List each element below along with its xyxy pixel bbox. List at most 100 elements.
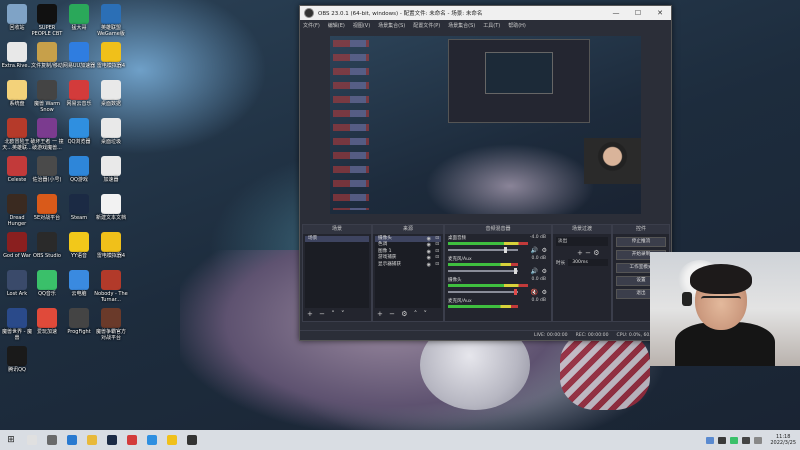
gear-icon[interactable]: ⚙ <box>593 249 599 257</box>
desktop-icon[interactable]: 佐治器(小号) <box>30 156 64 183</box>
volume-slider[interactable] <box>448 289 518 295</box>
windows-start-icon[interactable]: ⊞ <box>0 435 22 445</box>
lock-icon[interactable]: ⊡ <box>435 262 439 268</box>
tray-steam-icon[interactable] <box>718 436 727 444</box>
duration-input[interactable]: 300ms <box>568 259 608 266</box>
desktop-icon[interactable]: 桌面数据 <box>94 80 128 107</box>
menu-view[interactable]: 视图(V) <box>353 22 370 29</box>
scene-item[interactable]: 场景 <box>305 236 369 243</box>
tray-input-icon[interactable] <box>754 436 763 444</box>
desktop-icon[interactable]: 腾讯QQ <box>0 346 34 373</box>
desktop-icon[interactable]: 系统盘 <box>0 80 34 107</box>
desktop-icon[interactable]: QQ游戏 <box>62 156 96 183</box>
slider-knob[interactable] <box>504 247 507 253</box>
scenes-list[interactable]: 场景 <box>305 236 369 308</box>
desktop-icon[interactable]: Celeste <box>0 156 34 183</box>
taskbar-qq-icon[interactable] <box>22 430 42 450</box>
gear-icon[interactable]: ⚙ <box>401 310 407 318</box>
desktop-icon[interactable]: 回收站 <box>0 4 34 31</box>
move-down-icon[interactable]: ˅ <box>341 310 345 318</box>
desktop-icon[interactable]: Extra.Rive... <box>0 42 34 69</box>
eye-icon[interactable]: ◉ <box>427 262 431 268</box>
desktop-icon[interactable]: 桌面垃圾 <box>94 118 128 145</box>
taskbar-obs-icon[interactable] <box>182 430 202 450</box>
slider-knob[interactable] <box>514 289 517 295</box>
menu-help[interactable]: 帮助(H) <box>508 22 526 29</box>
desktop-icon[interactable]: 网易UU加速器 <box>62 42 96 69</box>
add-source-icon[interactable]: + <box>377 310 383 318</box>
volume-slider[interactable] <box>448 268 518 274</box>
desktop-icon[interactable]: QQ浏览器 <box>62 118 96 145</box>
stop-streaming-button[interactable]: 停止推流 <box>616 237 666 247</box>
volume-slider[interactable] <box>448 247 518 253</box>
desktop-icon[interactable]: 加速器 <box>94 156 128 183</box>
desktop-icon[interactable]: 新建文本文档 <box>94 194 128 221</box>
desktop-icon[interactable]: 爱玩加速 <box>30 308 64 335</box>
obs-window[interactable]: OBS 23.0.1 (64-bit, windows) - 配置文件: 未命名… <box>299 5 672 341</box>
taskbar-browser-icon[interactable] <box>142 430 162 450</box>
sources-list[interactable]: 摄像头 ◉ ⊡ 色调 ◉ ⊡ 图像 1 ◉ ⊡ 游戏捕获 ◉ ⊡ 显示器捕获 ◉ ⊡ <box>375 236 441 308</box>
desktop-icon[interactable]: ProgFight <box>62 308 96 335</box>
menu-scene-collection[interactable]: 场景集合(S) <box>448 22 475 29</box>
desktop-icon[interactable]: 猛大哥 <box>62 4 96 31</box>
desktop-icon[interactable]: 雷电模拟器4 <box>94 42 128 69</box>
desktop-icon[interactable]: 北欧冒险王 天...英雄联... <box>0 118 34 151</box>
taskbar-edge-icon[interactable] <box>62 430 82 450</box>
taskbar-task-view-icon[interactable] <box>42 430 62 450</box>
tray-network-icon[interactable] <box>706 436 715 444</box>
close-button[interactable]: ✕ <box>649 9 671 17</box>
taskbar-file-explorer-icon[interactable] <box>82 430 102 450</box>
remove-scene-icon[interactable]: − <box>319 310 325 318</box>
desktop-icon[interactable]: 5E对战平台 <box>30 194 64 221</box>
menu-file[interactable]: 文件(F) <box>303 22 320 29</box>
menu-edit[interactable]: 编辑(E) <box>328 22 345 29</box>
remove-transition-icon[interactable]: − <box>585 249 591 257</box>
desktop-icon[interactable]: Steam <box>62 194 96 221</box>
desktop-icon[interactable]: 云电脑 <box>62 270 96 297</box>
minimize-button[interactable]: — <box>605 9 627 17</box>
gear-icon[interactable]: ⚙ <box>542 289 547 296</box>
gear-icon[interactable]: ⚙ <box>542 247 547 254</box>
move-up-icon[interactable]: ˄ <box>331 310 335 318</box>
desktop-icon[interactable]: YY语音 <box>62 232 96 259</box>
add-transition-icon[interactable]: + <box>577 249 583 257</box>
desktop-icon[interactable]: 网易云音乐 <box>62 80 96 107</box>
desktop-icon[interactable]: QQ音乐 <box>30 270 64 297</box>
source-item[interactable]: 显示器捕获 ◉ ⊡ <box>375 262 441 268</box>
desktop-icon[interactable]: Nobody - The Turnar... <box>94 270 128 303</box>
slider-knob[interactable] <box>514 268 517 274</box>
desktop-icon[interactable]: 雷电模拟器4 <box>94 232 128 259</box>
move-up-icon[interactable]: ˄ <box>414 310 418 318</box>
move-down-icon[interactable]: ˅ <box>423 310 427 318</box>
menu-profile-2[interactable]: 配置文件(P) <box>413 22 440 29</box>
desktop-icon[interactable]: 文件复制/移动 <box>30 42 64 69</box>
desktop-icon[interactable]: Dread Hunger <box>0 194 34 227</box>
desktop-icon[interactable]: 破坏王者 一 撞破游戏魔兽... <box>30 118 64 151</box>
desktop-icon[interactable]: Lost Ark <box>0 270 34 297</box>
taskbar-steam-icon[interactable] <box>102 430 122 450</box>
tray-speaker-icon[interactable] <box>742 436 751 444</box>
speaker-icon[interactable]: 🔊 <box>531 268 538 275</box>
desktop-icon[interactable]: 英雄联盟WeGame版 <box>94 4 128 37</box>
obs-titlebar[interactable]: OBS 23.0.1 (64-bit, windows) - 配置文件: 未命名… <box>300 6 671 20</box>
tray-wechat-icon[interactable] <box>730 436 739 444</box>
taskbar-ld-player-icon[interactable] <box>162 430 182 450</box>
gear-icon[interactable]: ⚙ <box>542 268 547 275</box>
speaker-icon[interactable]: 🔊 <box>531 247 538 254</box>
transition-select[interactable]: 淡出 <box>556 237 608 246</box>
add-scene-icon[interactable]: + <box>307 310 313 318</box>
taskbar-clock[interactable]: 11:18 2022/3/25 <box>770 434 796 446</box>
desktop-icon[interactable]: 魔兽世界 - 魔兽 <box>0 308 34 341</box>
obs-preview[interactable] <box>330 36 641 214</box>
desktop-icon[interactable]: 魔兽 Warm Snow <box>30 80 64 113</box>
menu-tools[interactable]: 工具(T) <box>483 22 500 29</box>
taskbar-netease-music-icon[interactable] <box>122 430 142 450</box>
menu-profile[interactable]: 场景集合(S) <box>378 22 405 29</box>
desktop-icon[interactable]: SUPER PEOPLE CBT <box>30 4 64 37</box>
desktop-icon[interactable]: God of War <box>0 232 34 259</box>
speaker-muted-icon[interactable]: 🔇 <box>531 289 538 296</box>
remove-source-icon[interactable]: − <box>389 310 395 318</box>
desktop-icon[interactable]: OBS Studio <box>30 232 64 259</box>
maximize-button[interactable]: ☐ <box>627 9 649 17</box>
desktop-icon[interactable]: 魔兽争霸官方对战平台 <box>94 308 128 341</box>
